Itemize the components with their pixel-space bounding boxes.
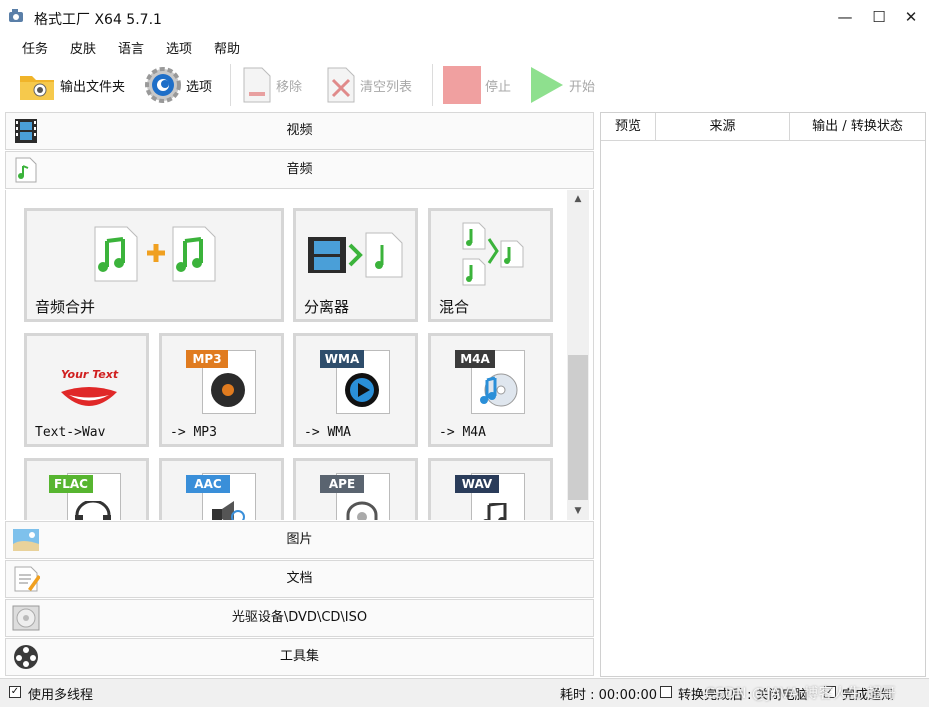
start-label: 开始 (569, 79, 596, 95)
remove-file-icon (243, 67, 271, 103)
remove-button[interactable]: 移除 (242, 62, 302, 108)
category-disc[interactable]: 光驱设备\DVD\CD\ISO (5, 599, 594, 637)
options-label: 选项 (186, 79, 213, 95)
remove-label: 移除 (276, 79, 303, 95)
category-audio[interactable]: 音频 (5, 151, 594, 189)
to-flac-tile[interactable]: FLAC (24, 458, 149, 520)
category-video-label: 视频 (286, 123, 313, 138)
audio-splitter-tile[interactable]: 分离器 (293, 208, 418, 322)
category-image[interactable]: 图片 (5, 521, 594, 559)
lips-icon (61, 387, 117, 406)
play-icon (531, 67, 563, 103)
audio-merge-label: 音频合并 (35, 298, 96, 316)
category-disc-label: 光驱设备\DVD\CD\ISO (231, 610, 368, 625)
audio-merge-tile[interactable]: 音频合并 (24, 208, 284, 322)
category-image-label: 图片 (286, 532, 313, 547)
stop-icon (443, 66, 481, 104)
category-tools[interactable]: 工具集 (5, 638, 594, 676)
menu-options[interactable]: 选项 (166, 38, 192, 57)
folder-icon (20, 76, 54, 100)
itunes-disc-icon (480, 373, 518, 407)
wav-badge: WAV (455, 475, 499, 493)
audio-mix-label: 混合 (439, 298, 470, 316)
scroll-up-arrow-icon[interactable]: ▲ (567, 190, 589, 208)
splitter-icon (308, 232, 403, 278)
audio-mix-tile[interactable]: 混合 (428, 208, 553, 322)
category-document-label: 文档 (286, 571, 313, 586)
to-ape-tile[interactable]: APE (293, 458, 418, 520)
output-folder-label: 输出文件夹 (60, 79, 126, 95)
toolbar-separator (230, 64, 231, 106)
category-document[interactable]: 文档 (5, 560, 594, 598)
clear-list-icon (327, 67, 355, 103)
mp3-badge: MP3 (186, 350, 228, 368)
aac-badge: AAC (186, 475, 230, 493)
task-list[interactable] (600, 112, 926, 677)
category-audio-label: 音频 (286, 162, 313, 177)
to-mp3-tile[interactable]: MP3 -> MP3 (159, 333, 284, 447)
column-source[interactable]: 来源 (656, 113, 790, 141)
scrollbar-thumb[interactable] (568, 355, 588, 500)
disc-icon (211, 373, 245, 407)
to-wma-label: -> WMA (304, 425, 351, 440)
minimize-button[interactable]: — (828, 2, 862, 32)
flac-badge: FLAC (49, 475, 93, 493)
ape-badge: APE (320, 475, 364, 493)
headphones-icon (75, 501, 111, 520)
start-button[interactable]: 开始 (529, 62, 595, 108)
watermark: CSDN @JAVA·博客人生 超哥 (705, 686, 897, 702)
window-title: 格式工厂 X64 5.7.1 (34, 12, 162, 28)
your-text-art: Your Text (61, 368, 119, 381)
category-tools-label: 工具集 (279, 649, 319, 664)
clear-list-button[interactable]: 清空列表 (326, 62, 412, 108)
m4a-badge: M4A (455, 350, 495, 368)
gear-icon (145, 67, 181, 103)
to-mp3-label: -> MP3 (170, 425, 217, 440)
stop-button[interactable]: 停止 (443, 62, 511, 108)
menu-help[interactable]: 帮助 (214, 38, 240, 57)
to-aac-tile[interactable]: AAC (159, 458, 284, 520)
music-note-icon (483, 503, 507, 520)
scroll-down-arrow-icon[interactable]: ▼ (567, 502, 589, 520)
options-button[interactable]: 选项 (144, 62, 212, 108)
menu-skin[interactable]: 皮肤 (70, 38, 96, 57)
category-video[interactable]: 视频 (5, 112, 594, 150)
wma-badge: WMA (320, 350, 364, 368)
output-folder-button[interactable]: 输出文件夹 (18, 62, 125, 108)
stop-label: 停止 (485, 79, 512, 95)
speaker-icon (212, 501, 245, 520)
menu-task[interactable]: 任务 (22, 38, 48, 57)
multithread-checkbox[interactable]: ✓ (9, 686, 21, 698)
maximize-button[interactable]: ☐ (862, 2, 896, 32)
multithread-label: 使用多线程 (28, 688, 94, 703)
to-m4a-tile[interactable]: M4A -> M4A (428, 333, 553, 447)
column-preview[interactable]: 预览 (601, 113, 656, 141)
to-wav-tile[interactable]: WAV (428, 458, 553, 520)
headset-icon (346, 501, 378, 520)
clear-list-label: 清空列表 (360, 79, 413, 95)
text-to-wav-tile[interactable]: Your Text Text->Wav (24, 333, 149, 447)
toolbar-separator (432, 64, 433, 106)
audio-mix-icon (462, 222, 524, 286)
menu-language[interactable]: 语言 (118, 38, 144, 57)
media-play-icon (345, 373, 379, 407)
app-logo-icon (8, 8, 26, 24)
audio-merge-icon (94, 226, 216, 282)
to-wma-tile[interactable]: WMA -> WMA (293, 333, 418, 447)
text-to-wav-label: Text->Wav (35, 425, 106, 440)
elapsed-time: 耗时 : 00:00:00 (560, 688, 658, 703)
close-button[interactable]: ✕ (894, 2, 928, 32)
audio-tools-panel: 音频合并 分离器 混合 Your Text Text->Wav MP3 -> M… (5, 190, 594, 520)
column-output-status[interactable]: 输出 / 转换状态 (790, 113, 925, 141)
shutdown-checkbox[interactable] (660, 686, 672, 698)
to-m4a-label: -> M4A (439, 425, 486, 440)
audio-splitter-label: 分离器 (304, 298, 350, 316)
